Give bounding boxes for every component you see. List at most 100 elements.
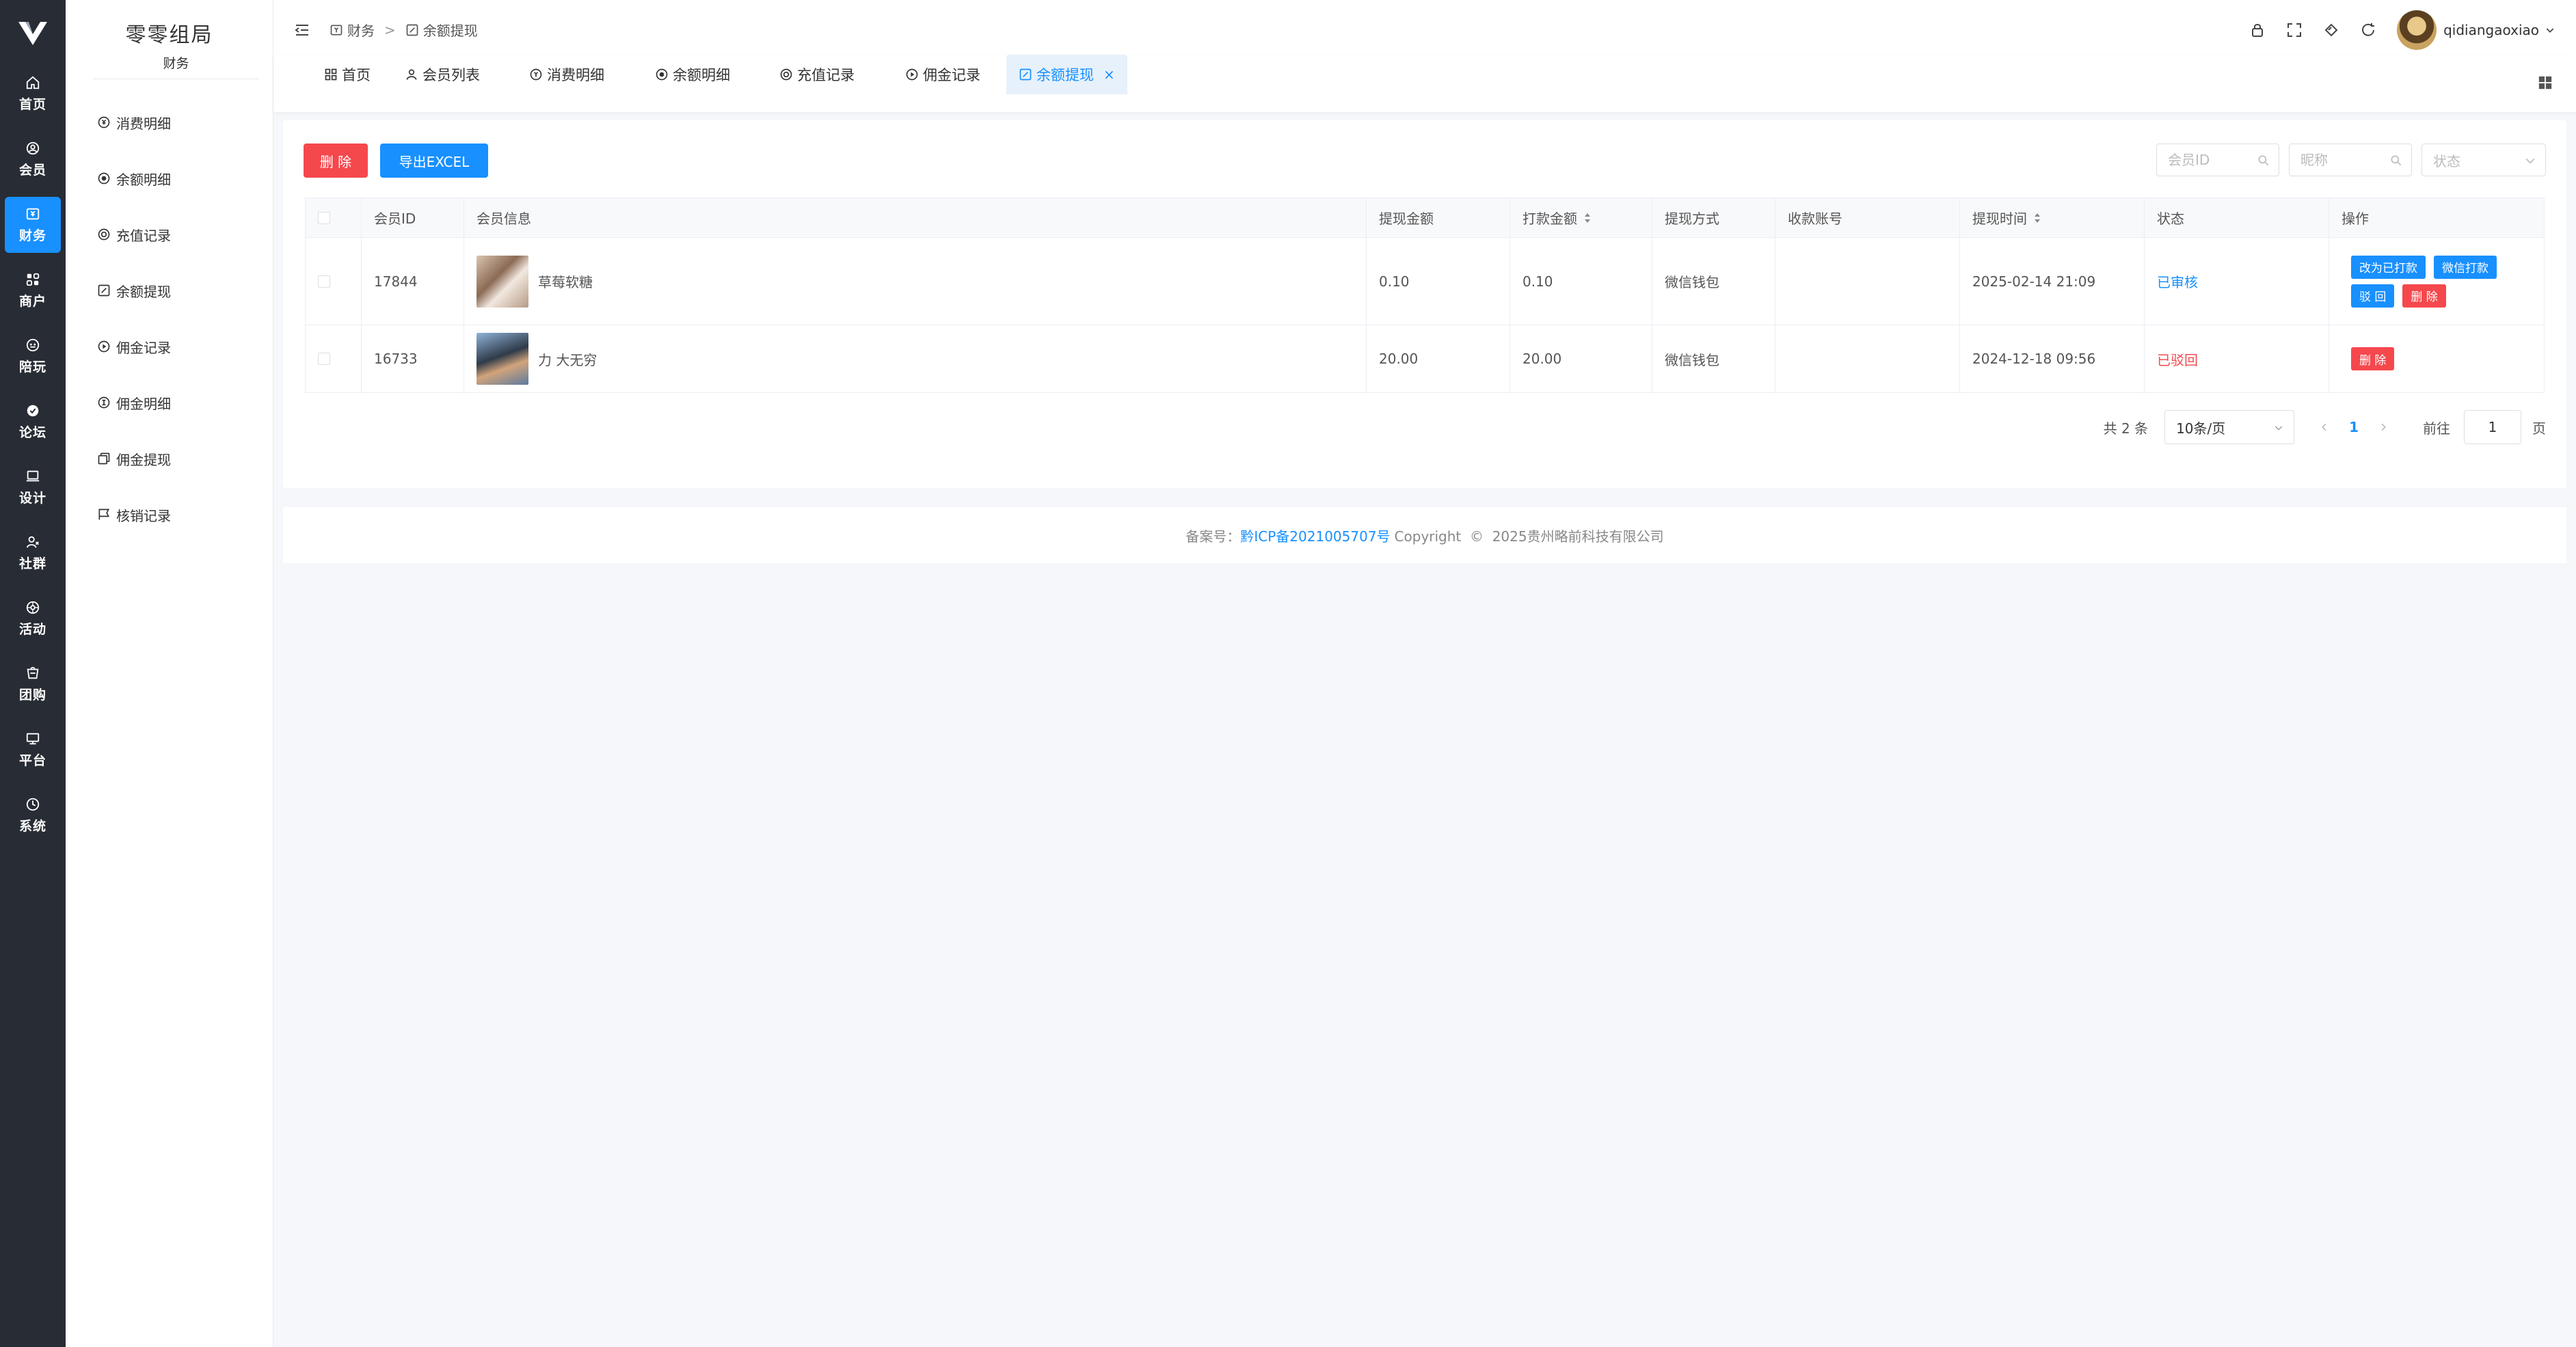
status-badge: 已驳回 xyxy=(2145,325,2329,392)
nav-item-group-buy[interactable]: 团购 xyxy=(5,656,61,712)
menu-fold-icon[interactable] xyxy=(294,22,310,38)
checkbox[interactable] xyxy=(318,275,330,288)
submenu-item-balance-withdraw[interactable]: 余额提现 xyxy=(66,262,273,318)
goto-page-input[interactable]: 1 xyxy=(2464,410,2521,444)
commission-icon xyxy=(906,68,918,81)
submenu-item-label: 充值记录 xyxy=(116,227,171,244)
tab-balance-withdraw[interactable]: 余额提现 × xyxy=(1006,55,1127,94)
finance-icon xyxy=(330,25,343,35)
nav-item-label: 论坛 xyxy=(18,424,46,440)
chevron-down-icon xyxy=(2525,158,2535,164)
nav-item-design[interactable]: 设计 xyxy=(5,459,61,515)
tab-balance-detail[interactable]: 余额明细 xyxy=(643,55,742,94)
goto-suffix: 页 xyxy=(2532,420,2546,437)
grid-menu-icon[interactable] xyxy=(2538,75,2553,90)
icp-link[interactable]: 黔ICP备2021005707号 xyxy=(1240,526,1390,545)
nav-item-label: 财务 xyxy=(18,228,46,243)
reject-button[interactable]: 驳 回 xyxy=(2351,284,2395,308)
page-size-select[interactable]: 10条/页 xyxy=(2164,410,2295,444)
submenu-subtitle: 财务 xyxy=(93,53,259,79)
member-nickname: 力 大无穷 xyxy=(538,351,598,368)
nav-item-activity[interactable]: 活动 xyxy=(5,590,61,647)
submenu-item-label: 佣金明细 xyxy=(116,395,171,412)
commission-detail-icon xyxy=(98,396,110,409)
nav-item-system[interactable]: 系统 xyxy=(5,787,61,843)
submenu-item-writeoff-record[interactable]: 核销记录 xyxy=(66,487,273,543)
lock-icon[interactable] xyxy=(2249,22,2266,38)
theme-icon[interactable] xyxy=(2323,22,2339,38)
nickname-input[interactable] xyxy=(2289,144,2412,176)
recharge-icon xyxy=(98,228,110,241)
tab-home[interactable]: 首页 xyxy=(312,55,383,94)
nav-item-forum[interactable]: 论坛 xyxy=(5,394,61,450)
tab-close-icon[interactable]: × xyxy=(1103,66,1115,83)
search-icon xyxy=(2391,155,2402,166)
nav-item-finance[interactable]: 财务 xyxy=(5,197,61,253)
delete-button[interactable]: 删 除 xyxy=(304,144,368,178)
header-paid-amount-label: 打款金额 xyxy=(1522,210,1577,227)
checkbox[interactable] xyxy=(318,353,330,365)
nav-item-companion[interactable]: 陪玩 xyxy=(5,328,61,384)
header-withdraw-amount: 提现金额 xyxy=(1367,198,1510,237)
next-page-icon[interactable] xyxy=(2378,422,2389,433)
member-avatar xyxy=(477,333,528,385)
cell-account xyxy=(1775,238,1960,325)
row-select[interactable] xyxy=(306,325,362,392)
header-paid-amount[interactable]: 打款金额 xyxy=(1510,198,1652,237)
header-member-info: 会员信息 xyxy=(464,198,1367,237)
cell-withdraw-amount: 0.10 xyxy=(1367,238,1510,325)
user-avatar[interactable] xyxy=(2397,10,2437,50)
username[interactable]: qidiangaoxiao xyxy=(2443,22,2539,38)
submenu-item-consumption-detail[interactable]: 消费明细 xyxy=(66,94,273,150)
submenu-item-label: 佣金记录 xyxy=(116,339,171,356)
status-select[interactable]: 状态 xyxy=(2421,144,2546,176)
submenu-item-commission-detail[interactable]: 佣金明细 xyxy=(66,375,273,431)
export-excel-button[interactable]: 导出EXCEL xyxy=(380,144,488,178)
tab-recharge-record[interactable]: 充值记录 xyxy=(767,55,867,94)
header-select-all[interactable] xyxy=(306,198,362,237)
cell-withdraw-amount: 20.00 xyxy=(1367,325,1510,392)
top-header: 财务 > 余额提现 qidiangaoxiao xyxy=(273,0,2576,60)
fullscreen-icon[interactable] xyxy=(2286,22,2303,38)
row-delete-button[interactable]: 删 除 xyxy=(2351,347,2395,370)
row-select[interactable] xyxy=(306,238,362,325)
breadcrumb-item[interactable]: 财务 xyxy=(347,20,375,40)
checkbox[interactable] xyxy=(318,211,330,224)
header-actions: 操作 xyxy=(2342,210,2369,227)
breadcrumb-separator: > xyxy=(384,21,396,38)
pagination-total: 共 2 条 xyxy=(2103,420,2149,437)
chevron-down-icon[interactable] xyxy=(2545,25,2555,36)
submenu-item-commission-record[interactable]: 佣金记录 xyxy=(66,318,273,375)
nav-item-platform[interactable]: 平台 xyxy=(5,722,61,778)
submenu-item-label: 余额提现 xyxy=(116,283,171,300)
wechat-pay-button[interactable]: 微信打款 xyxy=(2434,255,2497,279)
tab-consumption-detail[interactable]: 消费明细 xyxy=(517,55,617,94)
cell-withdraw-method: 微信钱包 xyxy=(1652,325,1775,392)
tab-label: 充值记录 xyxy=(797,67,855,83)
mark-paid-button[interactable]: 改为已打款 xyxy=(2351,255,2426,279)
submenu-item-commission-withdraw[interactable]: 佣金提现 xyxy=(66,431,273,487)
nav-item-community[interactable]: 社群 xyxy=(5,525,61,581)
tab-label: 消费明细 xyxy=(547,67,604,83)
refresh-icon[interactable] xyxy=(2360,22,2376,38)
forum-icon xyxy=(27,405,39,416)
member-id-input[interactable] xyxy=(2156,144,2279,176)
sort-icon[interactable] xyxy=(1583,211,1592,225)
submenu-item-balance-detail[interactable]: 余额明细 xyxy=(66,150,273,206)
prev-page-icon[interactable] xyxy=(2319,422,2330,433)
submenu-item-recharge-record[interactable]: 充值记录 xyxy=(66,206,273,262)
nav-item-label: 系统 xyxy=(18,818,46,834)
row-delete-button[interactable]: 删 除 xyxy=(2402,284,2446,308)
page-number-current[interactable]: 1 xyxy=(2349,419,2359,435)
page-tabs: 首页 会员列表 消费明细 余额明细 充值记录 佣金记录 余额提现 × xyxy=(273,55,2576,112)
page-footer: 备案号： 黔ICP备2021005707号 Copyright © 2025贵州… xyxy=(283,507,2566,563)
nav-item-merchant[interactable]: 商户 xyxy=(5,262,61,318)
header-withdraw-time[interactable]: 提现时间 xyxy=(1960,198,2145,237)
app-logo[interactable] xyxy=(0,0,66,66)
tab-member-list[interactable]: 会员列表 xyxy=(392,55,492,94)
nav-item-home[interactable]: 首页 xyxy=(5,66,61,122)
sort-icon[interactable] xyxy=(2032,211,2042,225)
tab-commission-record[interactable]: 佣金记录 xyxy=(893,55,993,94)
nav-item-member[interactable]: 会员 xyxy=(5,131,61,187)
tab-label: 佣金记录 xyxy=(923,67,980,83)
